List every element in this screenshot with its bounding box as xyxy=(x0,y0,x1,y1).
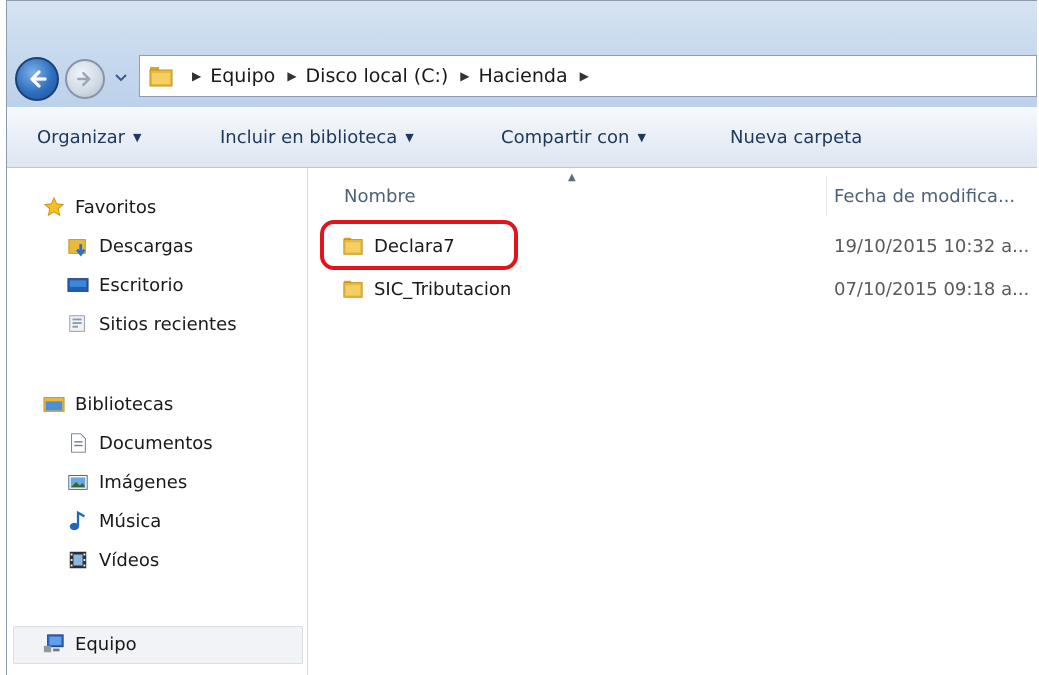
back-button[interactable] xyxy=(15,57,59,101)
film-icon xyxy=(67,549,89,571)
nav-item-escritorio[interactable]: Escritorio xyxy=(67,274,184,296)
nav-item-label: Música xyxy=(99,510,162,532)
nav-computer-label: Equipo xyxy=(75,633,137,655)
breadcrumb-arrow-icon[interactable]: ▶ xyxy=(580,69,589,83)
nav-libraries[interactable]: Bibliotecas xyxy=(43,393,173,415)
organize-label: Organizar xyxy=(37,127,125,148)
title-bar: ▶ Equipo ▶ Disco local (C:) ▶ Hacienda ▶ xyxy=(7,1,1037,107)
document-icon xyxy=(67,432,89,454)
nav-item-descargas[interactable]: Descargas xyxy=(67,235,193,257)
music-note-icon xyxy=(67,510,89,532)
column-header-name[interactable]: Nombre xyxy=(344,186,416,207)
breadcrumb-arrow-icon[interactable]: ▶ xyxy=(460,69,469,83)
file-name: SIC_Tributacion xyxy=(374,278,512,300)
nav-item-label: Descargas xyxy=(99,235,194,257)
explorer-window: ▶ Equipo ▶ Disco local (C:) ▶ Hacienda ▶… xyxy=(6,0,1037,675)
nav-favorites-label: Favoritos xyxy=(75,196,157,218)
forward-button[interactable] xyxy=(65,59,105,99)
back-arrow-icon xyxy=(30,70,47,88)
folder-icon xyxy=(342,278,364,300)
nav-item-documentos[interactable]: Documentos xyxy=(67,432,213,454)
file-date: 19/10/2015 10:32 a... xyxy=(834,236,1030,257)
forward-arrow-icon xyxy=(77,71,91,87)
include-library-label: Incluir en biblioteca xyxy=(220,127,398,148)
recent-pages-button[interactable] xyxy=(110,67,132,89)
include-library-menu[interactable]: Incluir en biblioteca ▼ xyxy=(220,127,414,148)
libraries-icon xyxy=(43,393,65,415)
nav-item-label: Imágenes xyxy=(99,471,188,493)
caret-down-icon: ▼ xyxy=(405,131,414,144)
nav-item-imagenes[interactable]: Imágenes xyxy=(67,471,187,493)
breadcrumb-arrow-icon[interactable]: ▶ xyxy=(192,69,201,83)
nav-libraries-label: Bibliotecas xyxy=(75,393,174,415)
chevron-down-icon xyxy=(115,74,127,82)
recent-places-icon xyxy=(67,313,89,335)
file-date: 07/10/2015 09:18 a... xyxy=(834,279,1030,300)
command-bar: Organizar ▼ Incluir en biblioteca ▼ Compar… xyxy=(7,107,1037,168)
nav-favorites[interactable]: Favoritos xyxy=(43,196,156,218)
breadcrumb-disco-local[interactable]: Disco local (C:) xyxy=(306,65,449,87)
file-list: ▲ Nombre Fecha de modifica... Declara7 1… xyxy=(308,168,1037,675)
nav-item-label: Sitios recientes xyxy=(99,313,237,335)
star-icon xyxy=(43,196,65,218)
folder-icon xyxy=(148,63,174,89)
nav-item-musica[interactable]: Música xyxy=(67,510,161,532)
red-highlight-annotation xyxy=(320,220,518,270)
new-folder-button[interactable]: Nueva carpeta xyxy=(730,127,862,148)
caret-down-icon: ▼ xyxy=(637,131,646,144)
address-bar[interactable]: ▶ Equipo ▶ Disco local (C:) ▶ Hacienda ▶ xyxy=(139,55,1037,97)
nav-item-label: Vídeos xyxy=(99,549,160,571)
breadcrumb-hacienda[interactable]: Hacienda xyxy=(479,65,568,87)
column-divider[interactable] xyxy=(826,176,827,216)
file-row[interactable]: SIC_Tributacion xyxy=(342,274,511,304)
computer-icon xyxy=(43,633,65,655)
breadcrumb-equipo[interactable]: Equipo xyxy=(210,65,275,87)
pictures-icon xyxy=(67,471,89,493)
nav-item-sitios-recientes[interactable]: Sitios recientes xyxy=(67,313,237,335)
breadcrumb-arrow-icon[interactable]: ▶ xyxy=(287,69,296,83)
new-folder-label: Nueva carpeta xyxy=(730,127,863,148)
caret-down-icon: ▼ xyxy=(133,131,142,144)
sort-ascending-icon: ▲ xyxy=(568,172,576,183)
share-menu[interactable]: Compartir con ▼ xyxy=(501,127,646,148)
navigation-pane: Favoritos Descargas Escritorio Sitios re… xyxy=(7,168,308,675)
downloads-folder-icon xyxy=(67,235,89,257)
nav-computer[interactable]: Equipo xyxy=(43,633,137,655)
desktop-icon xyxy=(67,274,89,296)
column-header-date[interactable]: Fecha de modifica... xyxy=(834,186,1015,207)
share-label: Compartir con xyxy=(501,127,630,148)
nav-item-label: Escritorio xyxy=(99,274,184,296)
nav-item-videos[interactable]: Vídeos xyxy=(67,549,159,571)
nav-item-label: Documentos xyxy=(99,432,213,454)
organize-menu[interactable]: Organizar ▼ xyxy=(37,127,141,148)
